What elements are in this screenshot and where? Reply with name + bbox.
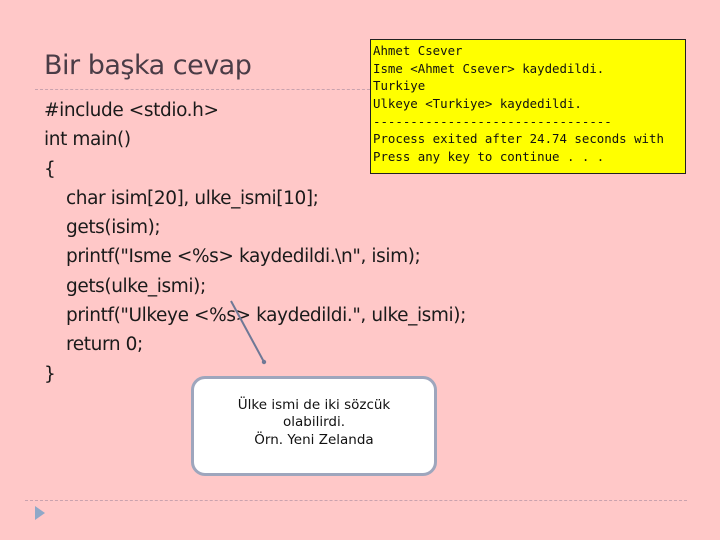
console-output-screenshot: Ahmet Csever Isme <Ahmet Csever> kaydedi… — [370, 39, 686, 174]
code-line: printf("Isme <%s> kaydedildi.\n", isim); — [66, 246, 421, 268]
console-line: Ulkeye <Turkiye> kaydedildi. — [373, 96, 582, 112]
callout-line: Örn. Yeni Zelanda — [254, 431, 374, 448]
callout-line: Ülke ismi de iki sözcük — [237, 396, 391, 413]
slide-title: Bir başka cevap — [44, 50, 252, 81]
console-line: Process exited after 24.74 seconds with — [373, 131, 664, 147]
code-line: char isim[20], ulke_ismi[10]; — [66, 187, 319, 209]
console-line: Ahmet Csever — [373, 43, 463, 58]
right-triangle-arrow-icon — [35, 506, 45, 520]
console-line: Turkiye — [373, 78, 426, 94]
footer-divider — [25, 500, 687, 501]
callout-line: olabilirdi. — [282, 414, 346, 431]
callout-note: Ülke ismi de iki sözcük olabilirdi. Örn.… — [191, 376, 437, 476]
title-divider — [35, 89, 375, 90]
console-line: -------------------------------- — [373, 113, 612, 129]
code-line: return 0; — [66, 334, 143, 356]
code-line: printf("Ulkeye <%s> kaydedildi.", ulke_i… — [66, 305, 466, 327]
console-line: Isme <Ahmet Csever> kaydedildi. — [373, 60, 605, 76]
console-line: Press any key to continue . . . — [373, 149, 605, 165]
code-line: gets(ulke_ismi); — [66, 275, 206, 297]
code-line: gets(isim); — [66, 217, 161, 239]
